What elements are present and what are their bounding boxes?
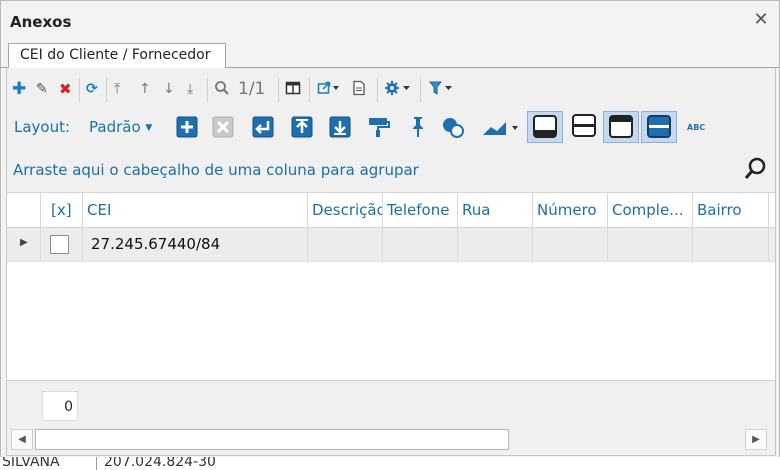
- column-header-descricao[interactable]: Descrição: [308, 193, 383, 227]
- column-header-telefone[interactable]: Telefone: [383, 193, 458, 227]
- last-record-icon[interactable]: ⤓: [187, 80, 193, 98]
- tab-cei-cliente-fornecedor[interactable]: CEI do Cliente / Fornecedor: [8, 43, 226, 68]
- column-header-complemento[interactable]: Comple...: [608, 193, 693, 227]
- row-select-checkbox[interactable]: [50, 235, 69, 254]
- toolbar-separator: [420, 78, 421, 102]
- tab-panel: ✚ ✎ ✖ ⟳ ⤒ ↑ ↓ ⤓ 1/1 Layout: Padrão ▼ ABC…: [6, 68, 776, 456]
- add-icon[interactable]: ✚: [12, 80, 26, 98]
- group-by-hint: Arraste aqui o cabeçalho de uma coluna p…: [13, 161, 419, 179]
- column-header-rua[interactable]: Rua: [458, 193, 533, 227]
- pin-icon[interactable]: [405, 114, 431, 140]
- layout-footer-button[interactable]: [527, 111, 563, 143]
- layout-select-value: Padrão: [89, 118, 141, 136]
- data-grid: [x] CEI Descrição Telefone Rua Número Co…: [7, 192, 775, 380]
- row-expander-icon[interactable]: ▶: [20, 237, 28, 248]
- move-down-icon[interactable]: [327, 114, 353, 140]
- export-icon[interactable]: [317, 80, 341, 98]
- background-divider: [96, 457, 97, 470]
- background-name: SILVANA: [2, 457, 60, 470]
- toolbar-separator: [278, 78, 279, 102]
- next-record-icon[interactable]: ↓: [163, 80, 175, 98]
- group-by-bar[interactable]: Arraste aqui o cabeçalho de uma coluna p…: [7, 150, 775, 190]
- descricao-cell[interactable]: [308, 228, 383, 261]
- numero-cell[interactable]: [533, 228, 608, 261]
- toolbar-separator: [377, 78, 378, 102]
- document-icon[interactable]: [352, 80, 366, 98]
- title-bar: Anexos ✕: [1, 1, 779, 41]
- grid-header: [x] CEI Descrição Telefone Rua Número Co…: [7, 193, 775, 228]
- indicator-header: [7, 193, 41, 227]
- columns-icon[interactable]: [285, 80, 301, 98]
- toolbar-separator: [207, 78, 208, 102]
- row-select-cell: [41, 228, 83, 261]
- first-record-icon[interactable]: ⤒: [114, 80, 120, 98]
- search-icon[interactable]: [743, 155, 771, 183]
- layout-label: Layout:: [14, 118, 71, 136]
- layout-header-button[interactable]: [603, 111, 639, 143]
- layout-band-button[interactable]: [641, 111, 677, 143]
- refresh-icon[interactable]: ⟳: [86, 80, 98, 98]
- background-list-row: SILVANA 207.024.824-30: [0, 457, 780, 470]
- row-indicator: ▶: [7, 228, 41, 261]
- background-number: 207.024.824-30: [104, 457, 216, 470]
- close-icon[interactable]: ✕: [751, 10, 771, 30]
- toolbar-separator: [106, 78, 107, 102]
- bairro-cell[interactable]: [693, 228, 769, 261]
- scrollbar-thumb[interactable]: [35, 429, 509, 450]
- toolbar-separator: [309, 78, 310, 102]
- remove-column-icon[interactable]: [210, 114, 236, 140]
- grid-toolbar: ✚ ✎ ✖ ⟳ ⤒ ↑ ↓ ⤓ 1/1: [7, 72, 775, 108]
- layout-toolbar: Layout: Padrão ▼ ABC: [7, 110, 775, 146]
- scroll-right-icon[interactable]: ▶: [745, 429, 767, 450]
- delete-icon[interactable]: ✖: [59, 80, 72, 98]
- telefone-cell[interactable]: [383, 228, 458, 261]
- dialog-title: Anexos: [10, 13, 72, 31]
- column-header-bairro[interactable]: Bairro: [693, 193, 769, 227]
- record-position: 1/1: [238, 79, 266, 99]
- svg-text:ABC: ABC: [687, 123, 705, 132]
- layout-select[interactable]: Padrão ▼: [89, 118, 152, 136]
- cei-cell[interactable]: 27.245.67440/84: [83, 228, 308, 261]
- grid-footer: 0: [7, 380, 775, 424]
- chart-icon[interactable]: [480, 114, 522, 140]
- column-header-overflow: [769, 193, 775, 227]
- filter-icon[interactable]: [428, 80, 456, 98]
- column-header-cei[interactable]: CEI: [83, 193, 308, 227]
- settings-icon[interactable]: [384, 80, 412, 98]
- anexos-dialog: Anexos ✕ CEI do Cliente / Fornecedor ✚ ✎…: [0, 0, 780, 458]
- cei-value: 27.245.67440/84: [91, 235, 221, 253]
- spellcheck-icon[interactable]: ABC: [685, 114, 715, 140]
- column-header-numero[interactable]: Número: [533, 193, 608, 227]
- add-column-icon[interactable]: [174, 114, 200, 140]
- toolbar-separator: [79, 78, 80, 102]
- scroll-left-icon[interactable]: ◀: [11, 429, 33, 450]
- find-icon[interactable]: [214, 80, 230, 98]
- table-row[interactable]: ▶ 27.245.67440/84: [7, 228, 775, 262]
- record-count: 0: [42, 391, 78, 421]
- column-header-select[interactable]: [x]: [41, 193, 83, 227]
- insert-row-icon[interactable]: [250, 114, 276, 140]
- rua-cell[interactable]: [458, 228, 533, 261]
- edit-icon[interactable]: ✎: [36, 80, 48, 98]
- chevron-down-icon: ▼: [145, 123, 153, 133]
- paint-format-icon[interactable]: [365, 114, 391, 140]
- previous-record-icon[interactable]: ↑: [139, 80, 151, 98]
- shapes-icon[interactable]: [440, 114, 466, 140]
- layout-split-button[interactable]: [567, 111, 601, 141]
- horizontal-scrollbar[interactable]: ◀ ▶: [9, 428, 771, 451]
- complemento-cell[interactable]: [608, 228, 693, 261]
- tab-strip: CEI do Cliente / Fornecedor: [1, 41, 779, 68]
- move-up-icon[interactable]: [289, 114, 315, 140]
